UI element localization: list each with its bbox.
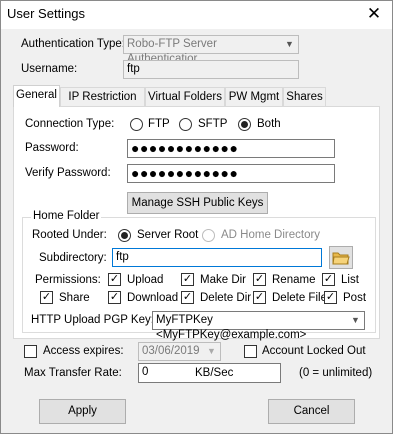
perm-download-checkbox[interactable]: ✓ (108, 291, 121, 304)
folder-open-icon (332, 252, 350, 265)
account-locked-checkbox[interactable] (244, 345, 257, 358)
max-transfer-unit: KB/Sec (195, 367, 234, 379)
perm-upload-label: Upload (127, 274, 164, 286)
access-expires-checkbox[interactable] (24, 345, 37, 358)
chevron-down-icon: ▼ (351, 315, 360, 325)
manage-ssh-keys-button[interactable]: Manage SSH Public Keys (127, 192, 268, 214)
perm-download-label: Download (127, 292, 179, 304)
radio-both[interactable] (238, 118, 251, 131)
radio-ad-home-directory-label: AD Home Directory (221, 229, 321, 241)
radio-ad-home-directory[interactable] (202, 229, 215, 242)
perm-list-checkbox[interactable]: ✓ (322, 273, 335, 286)
perm-rename-checkbox[interactable]: ✓ (253, 273, 266, 286)
perm-list-label: List (341, 274, 359, 286)
account-locked-label: Account Locked Out (262, 345, 366, 357)
username-value: ftp (127, 63, 140, 75)
subdirectory-label: Subdirectory: (39, 252, 107, 264)
verify-password-label: Verify Password: (25, 167, 111, 179)
password-field[interactable]: ●●●●●●●●●●●● (127, 139, 335, 158)
username-label: Username: (21, 63, 78, 75)
max-transfer-hint: (0 = unlimited) (299, 367, 373, 379)
perm-post-checkbox[interactable]: ✓ (324, 291, 337, 304)
cancel-button[interactable]: Cancel (268, 399, 355, 424)
radio-sftp[interactable] (179, 118, 192, 131)
radio-sftp-label: SFTP (198, 118, 228, 130)
pgp-key-value: MyFTPKey <MyFTPKey@example.com> (156, 314, 307, 341)
perm-delete-file-label: Delete File (272, 292, 327, 304)
perm-rename-label: Rename (272, 274, 316, 286)
permissions-label: Permissions: (35, 274, 101, 286)
perm-make-dir-checkbox[interactable]: ✓ (181, 273, 194, 286)
user-settings-dialog: User Settings ✕ Authentication Type: Rob… (0, 0, 393, 434)
perm-delete-dir-checkbox[interactable]: ✓ (181, 291, 194, 304)
max-transfer-value: 0 (142, 366, 149, 378)
auth-type-select[interactable]: Robo-FTP Server Authenticatior ▼ (123, 35, 299, 65)
subdirectory-value: ftp (116, 251, 129, 263)
max-transfer-input[interactable]: 0 KB/Sec (138, 363, 281, 383)
verify-password-value: ●●●●●●●●●●●● (131, 165, 239, 181)
tab-ip-restriction[interactable]: IP Restriction (60, 87, 145, 106)
password-value: ●●●●●●●●●●●● (131, 140, 239, 156)
title-bar: User Settings ✕ (1, 1, 392, 29)
tab-pw-mgmt[interactable]: PW Mgmt (225, 87, 283, 106)
radio-server-root[interactable] (118, 229, 131, 242)
access-expires-label: Access expires: (43, 345, 124, 357)
perm-share-label: Share (59, 292, 90, 304)
tab-virtual-folders[interactable]: Virtual Folders (145, 87, 225, 106)
connection-type-label: Connection Type: (25, 118, 115, 130)
radio-both-label: Both (257, 118, 281, 130)
radio-server-root-label: Server Root (137, 229, 199, 241)
verify-password-field[interactable]: ●●●●●●●●●●●● (127, 164, 335, 183)
radio-ftp[interactable] (130, 118, 143, 131)
perm-post-label: Post (343, 292, 367, 304)
perm-share-checkbox[interactable]: ✓ (40, 291, 53, 304)
chevron-down-icon: ▼ (207, 346, 216, 356)
access-expires-date[interactable]: 03/06/2019 ▼ (138, 342, 221, 361)
perm-delete-file-checkbox[interactable]: ✓ (253, 291, 266, 304)
perm-make-dir-label: Make Dir (200, 274, 247, 286)
auth-type-label: Authentication Type: (21, 38, 125, 50)
chevron-down-icon: ▼ (285, 39, 294, 49)
home-folder-group-label: Home Folder (31, 210, 102, 222)
perm-delete-dir-label: Delete Dir (200, 292, 252, 304)
radio-ftp-label: FTP (148, 118, 170, 130)
pgp-key-select[interactable]: MyFTPKey <MyFTPKey@example.com> ▼ (152, 311, 365, 341)
tab-shares[interactable]: Shares (283, 87, 326, 106)
apply-button[interactable]: Apply (39, 399, 126, 424)
access-expires-date-value: 03/06/2019 (142, 345, 200, 357)
window-title: User Settings (7, 6, 86, 21)
close-icon[interactable]: ✕ (360, 3, 388, 25)
tab-general[interactable]: General (13, 85, 60, 107)
perm-upload-checkbox[interactable]: ✓ (108, 273, 121, 286)
password-label: Password: (25, 142, 79, 154)
pgp-key-label: HTTP Upload PGP Key: (31, 314, 154, 326)
rooted-under-label: Rooted Under: (32, 229, 107, 241)
browse-folder-button[interactable] (329, 246, 353, 269)
username-field[interactable]: ftp (123, 60, 299, 79)
max-transfer-label: Max Transfer Rate: (24, 367, 122, 379)
subdirectory-input[interactable]: ftp (112, 248, 322, 267)
